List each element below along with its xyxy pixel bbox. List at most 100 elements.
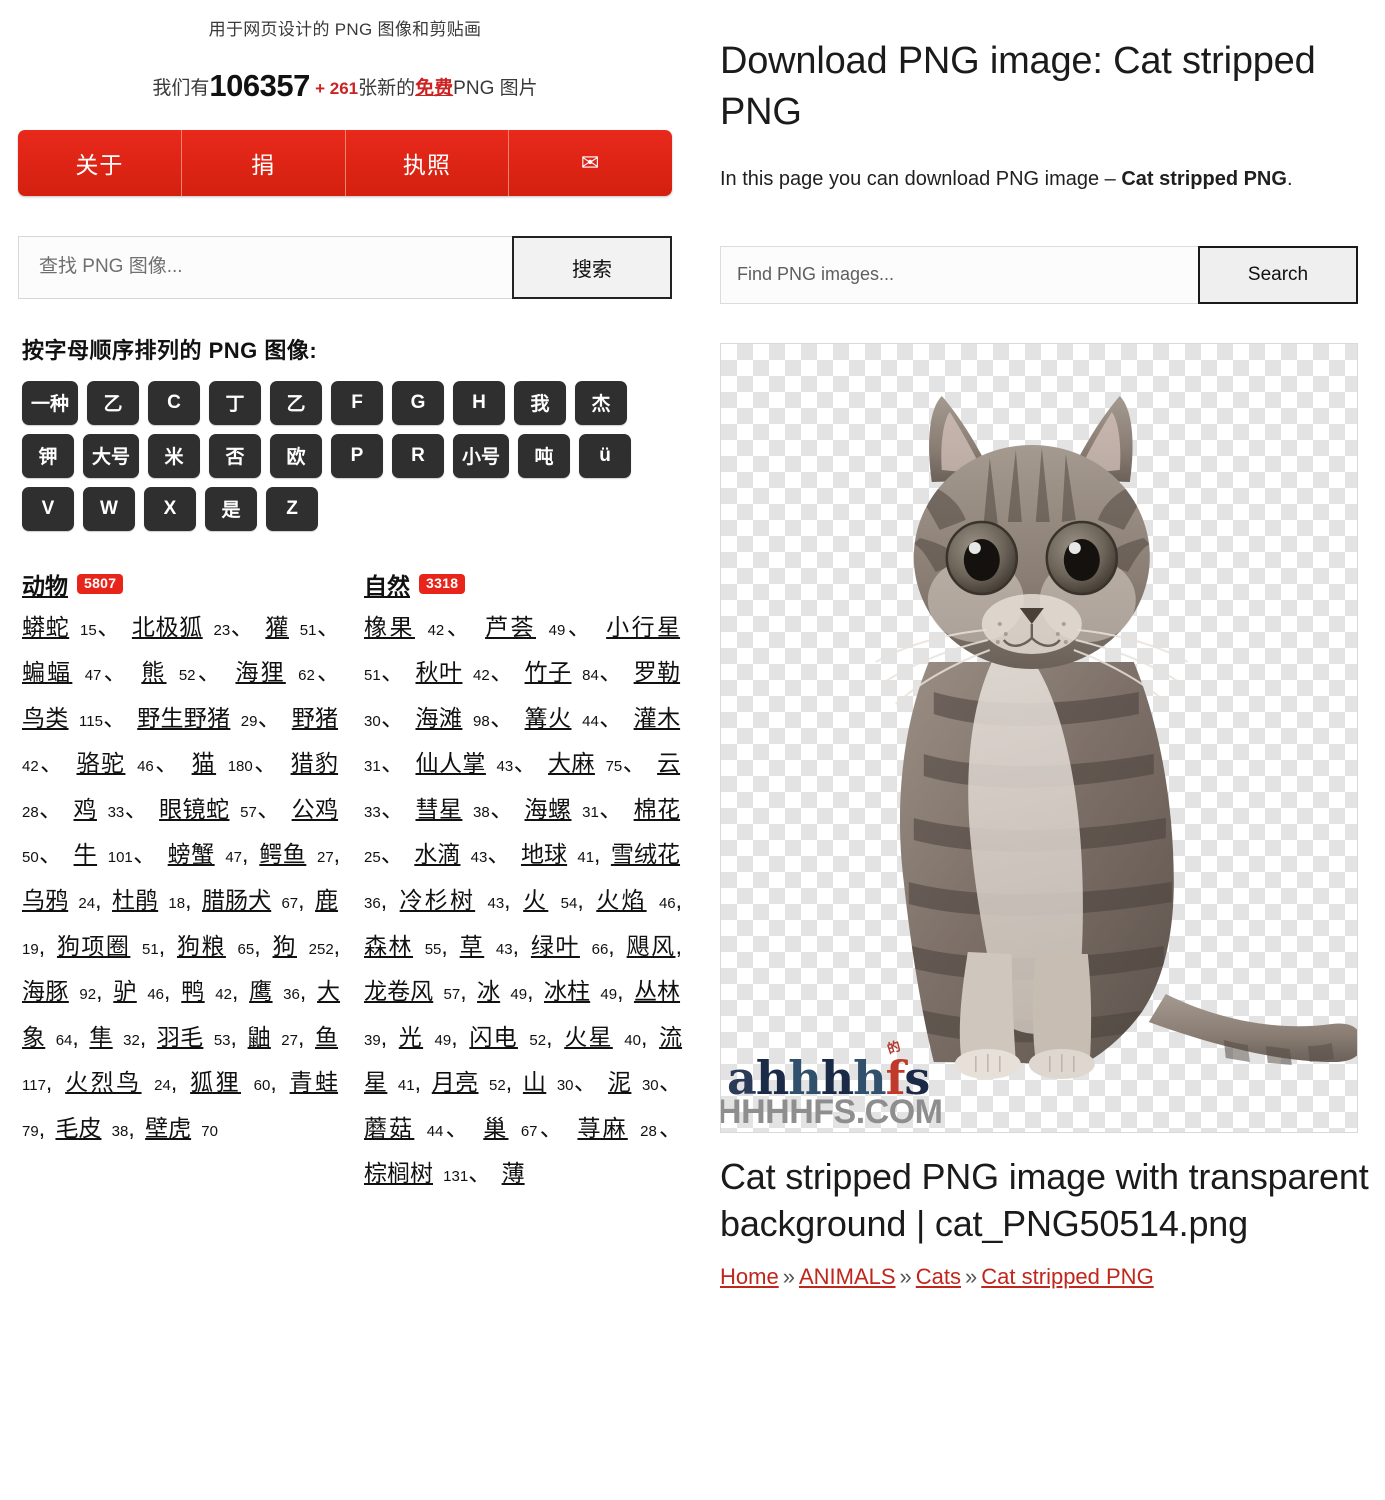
category-link[interactable]: 冰柱 — [544, 978, 590, 1004]
category-link[interactable]: 棕榈树 — [364, 1160, 433, 1186]
category-link[interactable]: 大麻 — [548, 750, 595, 776]
category-link[interactable]: 火焰 — [596, 887, 646, 913]
category-link[interactable]: 狗粮 — [177, 933, 226, 959]
category-link[interactable]: 蝙蝠 — [22, 659, 72, 685]
category-link[interactable]: 月亮 — [432, 1069, 479, 1095]
category-link[interactable]: 鸡 — [73, 796, 96, 822]
category-link[interactable]: 鱼 — [315, 1024, 338, 1050]
category-link[interactable]: 绿叶 — [531, 933, 580, 959]
category-link[interactable]: 猎豹 — [291, 750, 338, 776]
alpha-button-6[interactable]: G — [392, 380, 445, 425]
category-link[interactable]: 秋叶 — [415, 659, 462, 685]
category-link[interactable]: 水滴 — [414, 841, 460, 867]
category-link[interactable]: 山 — [523, 1069, 546, 1095]
alpha-button-14[interactable]: 欧 — [270, 433, 323, 478]
category-link[interactable]: 鸭 — [181, 978, 204, 1004]
category-link[interactable]: 海狸 — [235, 659, 285, 685]
category-link[interactable]: 鹰 — [249, 978, 272, 1004]
category-link[interactable]: 狗 — [273, 933, 297, 959]
alpha-button-7[interactable]: H — [453, 380, 506, 425]
category-link[interactable]: 火 — [523, 887, 548, 913]
category-link[interactable]: 隼 — [89, 1024, 112, 1050]
alpha-button-2[interactable]: C — [148, 380, 201, 425]
alpha-button-18[interactable]: 吨 — [518, 433, 571, 478]
category-link[interactable]: 野猪 — [292, 705, 338, 731]
category-link[interactable]: 腊肠犬 — [202, 887, 271, 913]
category-link[interactable]: 竹子 — [525, 659, 572, 685]
alpha-button-21[interactable]: W — [83, 486, 135, 531]
breadcrumb-cats[interactable]: Cats — [916, 1264, 961, 1289]
sidebar-search-input[interactable] — [18, 235, 512, 299]
category-link[interactable]: 火星 — [564, 1024, 613, 1050]
category-link[interactable]: 鳄鱼 — [259, 841, 306, 867]
alpha-button-3[interactable]: 丁 — [209, 380, 262, 425]
category-link[interactable]: 森林 — [364, 933, 413, 959]
category-link[interactable]: 牛 — [74, 841, 98, 867]
nav-license-button[interactable]: 执照 — [346, 129, 510, 196]
category-link[interactable]: 羽毛 — [157, 1024, 204, 1050]
breadcrumb-current[interactable]: Cat stripped PNG — [981, 1264, 1153, 1289]
category-link[interactable]: 海螺 — [525, 796, 572, 822]
counter-free-link[interactable]: 免费 — [415, 78, 453, 99]
category-link[interactable]: 篝火 — [525, 705, 572, 731]
category-link[interactable]: 罗勒 — [634, 659, 680, 685]
category-link[interactable]: 青蛙 — [290, 1069, 338, 1095]
nav-contact-button[interactable]: ✉ — [509, 130, 672, 196]
category-link[interactable]: 草 — [460, 933, 485, 959]
category-nature-link[interactable]: 自然 — [364, 567, 410, 601]
category-link[interactable]: 地球 — [521, 841, 567, 867]
category-link[interactable]: 北极狐 — [132, 614, 203, 640]
category-link[interactable]: 火烈鸟 — [65, 1069, 141, 1095]
category-link[interactable]: 荨麻 — [577, 1115, 627, 1141]
category-link[interactable]: 鼬 — [248, 1024, 271, 1050]
category-link[interactable]: 猫 — [192, 750, 216, 776]
category-link[interactable]: 巢 — [483, 1115, 508, 1141]
category-link[interactable]: 乌鸦 — [22, 887, 68, 913]
category-link[interactable]: 光 — [399, 1024, 423, 1050]
alpha-button-13[interactable]: 否 — [209, 433, 262, 478]
alpha-button-4[interactable]: 乙 — [270, 380, 323, 425]
category-link[interactable]: 泥 — [608, 1069, 631, 1095]
alpha-button-15[interactable]: P — [331, 433, 384, 478]
category-link[interactable]: 棉花 — [634, 796, 680, 822]
category-link[interactable]: 狐狸 — [190, 1069, 241, 1095]
category-link[interactable]: 海滩 — [415, 705, 462, 731]
category-link[interactable]: 骆驼 — [77, 750, 126, 776]
alpha-button-22[interactable]: X — [144, 486, 196, 531]
nav-donate-button[interactable]: 捐 — [182, 129, 346, 196]
category-link[interactable]: 海豚 — [22, 978, 69, 1004]
breadcrumb-home[interactable]: Home — [720, 1264, 779, 1289]
category-link[interactable]: 鸟类 — [22, 705, 69, 731]
category-link[interactable]: 蘑菇 — [364, 1115, 414, 1141]
alpha-button-17[interactable]: 小号 — [453, 433, 510, 478]
alpha-button-24[interactable]: Z — [266, 486, 318, 531]
category-link[interactable]: 芦荟 — [485, 614, 536, 640]
alpha-button-16[interactable]: R — [392, 433, 445, 478]
alpha-button-10[interactable]: 钾 — [22, 433, 74, 478]
category-link[interactable]: 丛林 — [634, 978, 680, 1004]
category-link[interactable]: 驴 — [113, 978, 136, 1004]
breadcrumb-animals[interactable]: ANIMALS — [799, 1264, 896, 1289]
category-link[interactable]: 冷杉树 — [400, 887, 476, 913]
category-link[interactable]: 獾 — [265, 614, 289, 640]
category-link[interactable]: 眼镜蛇 — [159, 796, 229, 822]
alpha-button-20[interactable]: V — [22, 486, 74, 531]
category-link[interactable]: 闪电 — [469, 1024, 518, 1050]
alpha-button-0[interactable]: 一种 — [22, 380, 79, 425]
category-link[interactable]: 灌木 — [634, 705, 680, 731]
category-link[interactable]: 杜鹃 — [112, 887, 158, 913]
category-link[interactable]: 薄 — [502, 1160, 525, 1186]
category-link[interactable]: 小行星 — [606, 614, 680, 640]
main-search-input[interactable] — [720, 245, 1198, 304]
alpha-button-12[interactable]: 米 — [148, 433, 201, 478]
alpha-button-9[interactable]: 杰 — [575, 380, 628, 425]
category-link[interactable]: 毛皮 — [55, 1115, 101, 1141]
alpha-button-11[interactable]: 大号 — [83, 433, 140, 478]
nav-about-button[interactable]: 关于 — [18, 129, 182, 196]
category-link[interactable]: 螃蟹 — [168, 841, 215, 867]
category-link[interactable]: 熊 — [141, 659, 166, 685]
alpha-button-8[interactable]: 我 — [514, 380, 567, 425]
category-link[interactable]: 橡果 — [364, 614, 415, 640]
category-link[interactable]: 彗星 — [415, 796, 462, 822]
category-link[interactable]: 雪绒花 — [611, 841, 680, 867]
